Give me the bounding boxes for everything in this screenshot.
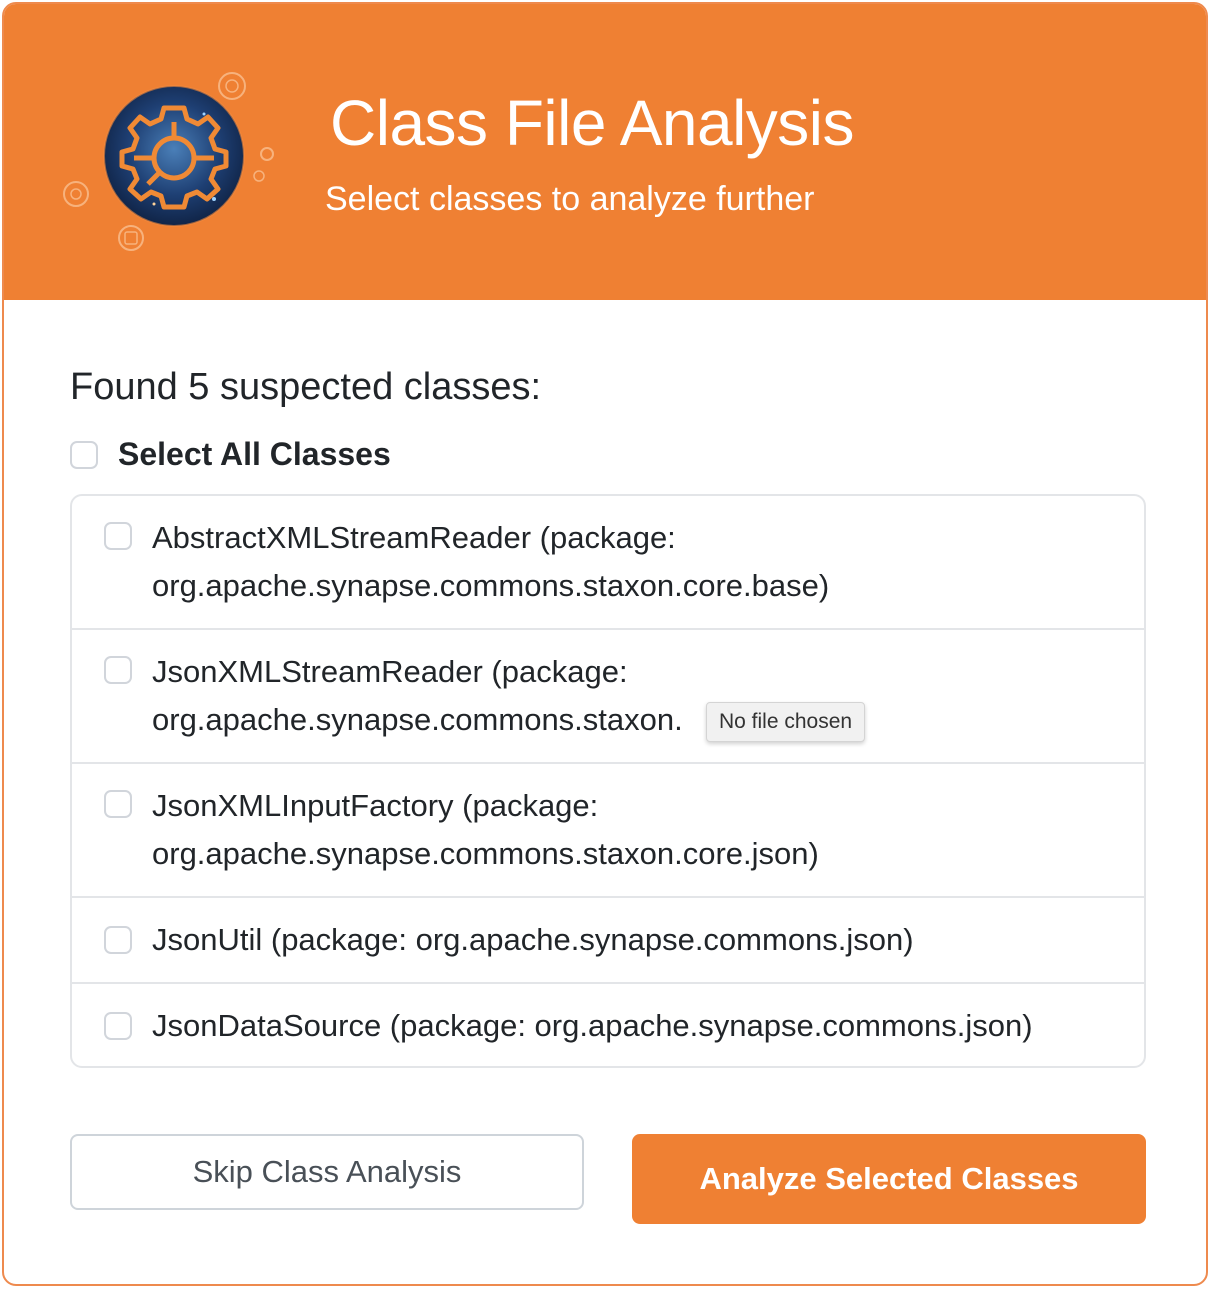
class-item-jsonxmlstreamreader[interactable]: JsonXMLStreamReader (package: org.apache…	[72, 630, 1144, 764]
class-item-label: JsonXMLStreamReader (package: org.apache…	[152, 648, 1114, 744]
class-package: org.apache.synapse.commons.staxon.	[152, 702, 683, 737]
class-list: AbstractXMLStreamReader (package: org.ap…	[70, 494, 1146, 1068]
class-checkbox[interactable]	[104, 790, 132, 818]
class-checkbox[interactable]	[104, 1012, 132, 1040]
class-item-label: JsonDataSource (package: org.apache.syna…	[152, 1002, 1114, 1050]
class-name: JsonXMLStreamReader (package:	[152, 654, 628, 689]
class-name: JsonUtil (package: org.apache.synapse.co…	[152, 922, 914, 957]
file-tooltip: No file chosen	[706, 702, 866, 742]
class-package: org.apache.synapse.commons.staxon.core.j…	[152, 836, 819, 871]
analyze-selected-classes-button[interactable]: Analyze Selected Classes	[632, 1134, 1146, 1224]
analysis-card: Class File Analysis Select classes to an…	[2, 2, 1208, 1286]
page-title: Class File Analysis	[330, 87, 855, 159]
skip-class-analysis-button[interactable]: Skip Class Analysis	[70, 1134, 584, 1210]
class-item-jsonxmlinputfactory[interactable]: JsonXMLInputFactory (package: org.apache…	[72, 764, 1144, 898]
class-checkbox[interactable]	[104, 656, 132, 684]
gear-circuit-logo-icon	[54, 64, 284, 264]
select-all-checkbox-row[interactable]: Select All Classes	[70, 436, 391, 473]
class-package: org.apache.synapse.commons.staxon.core.b…	[152, 568, 830, 603]
class-item-abstractxmlstreamreader[interactable]: AbstractXMLStreamReader (package: org.ap…	[72, 496, 1144, 630]
found-classes-heading: Found 5 suspected classes:	[70, 366, 542, 408]
class-name: JsonDataSource (package: org.apache.syna…	[152, 1008, 1033, 1043]
header: Class File Analysis Select classes to an…	[4, 4, 1206, 300]
class-item-jsondatasource[interactable]: JsonDataSource (package: org.apache.syna…	[72, 984, 1144, 1066]
select-all-checkbox[interactable]	[70, 440, 98, 469]
page-subtitle: Select classes to analyze further	[325, 180, 815, 218]
select-all-label: Select All Classes	[118, 436, 391, 472]
class-item-jsonutil[interactable]: JsonUtil (package: org.apache.synapse.co…	[72, 898, 1144, 984]
class-item-label: JsonUtil (package: org.apache.synapse.co…	[152, 916, 1114, 964]
class-name: AbstractXMLStreamReader (package:	[152, 520, 676, 555]
class-checkbox[interactable]	[104, 522, 132, 550]
class-item-label: AbstractXMLStreamReader (package: org.ap…	[152, 514, 1114, 610]
class-item-label: JsonXMLInputFactory (package: org.apache…	[152, 782, 1114, 878]
class-name: JsonXMLInputFactory (package:	[152, 788, 599, 823]
class-checkbox[interactable]	[104, 926, 132, 954]
